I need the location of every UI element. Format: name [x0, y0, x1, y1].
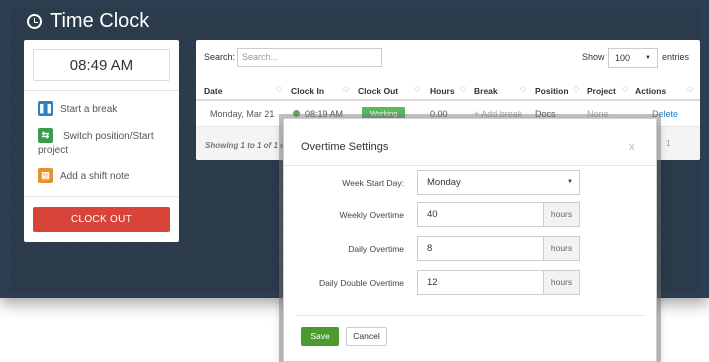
caret-down-icon: ▼ [567, 179, 573, 185]
weekly-overtime-input[interactable]: 40 [417, 202, 544, 227]
current-time: 08:49 AM [33, 49, 170, 81]
week-start-label: Week Start Day: [342, 178, 404, 188]
divider [296, 315, 644, 316]
close-icon[interactable]: x [629, 141, 635, 153]
double-overtime-input[interactable]: 12 [417, 270, 544, 295]
column-header-break[interactable]: Break [474, 86, 498, 96]
start-break-label: Start a break [60, 104, 118, 116]
week-start-value: Monday [427, 177, 461, 188]
double-overtime-label: Daily Double Overtime [318, 278, 404, 288]
hours-addon: hours [543, 202, 580, 227]
modal-title: Overtime Settings [301, 141, 389, 153]
add-note-label: Add a shift note [60, 171, 130, 183]
divider [24, 90, 179, 91]
app-title: Time Clock [27, 10, 149, 33]
weekly-overtime-label: Weekly Overtime [339, 210, 404, 220]
clock-out-button[interactable]: CLOCK OUT [33, 207, 170, 232]
search-label: Search: [204, 52, 236, 62]
note-icon: ▤ [38, 168, 53, 183]
showing-info: Showing 1 to 1 of 1 e [205, 141, 285, 150]
page-size-select[interactable]: 100 ▼ [608, 48, 658, 68]
column-header-project[interactable]: Project [587, 86, 616, 96]
column-header-clock-out[interactable]: Clock Out [358, 86, 398, 96]
column-header-date[interactable]: Date [204, 86, 222, 96]
switch-position-action[interactable]: ⇆ Switch position/Start project [24, 128, 174, 157]
divider [24, 196, 179, 197]
sort-icon[interactable]: ◇ [343, 84, 349, 93]
search-input[interactable]: Search... [237, 48, 382, 67]
save-button[interactable]: Save [301, 327, 339, 346]
caret-down-icon: ▼ [645, 55, 651, 61]
entries-label: entries [662, 52, 690, 62]
sort-icon[interactable]: ◇ [520, 84, 526, 93]
sort-icon[interactable]: ◇ [687, 84, 693, 93]
clock-panel: 08:49 AM ❚❚ Start a break ⇆ Switch positio… [24, 40, 179, 242]
sort-icon[interactable]: ◇ [622, 84, 628, 93]
add-note-action[interactable]: ▤ Add a shift note [38, 168, 130, 184]
overtime-settings-modal: Overtime Settings x Week Start Day: Mond… [283, 118, 657, 362]
page-size-value: 100 [615, 53, 631, 63]
sort-icon[interactable]: ◇ [276, 84, 282, 93]
pause-icon: ❚❚ [38, 101, 53, 116]
start-break-action[interactable]: ❚❚ Start a break [38, 101, 118, 117]
row-date: Monday, Mar 21 [210, 109, 275, 119]
week-start-select[interactable]: Monday ▼ [417, 170, 580, 195]
status-dot-icon [293, 110, 300, 118]
hours-addon: hours [543, 270, 580, 295]
daily-overtime-label: Daily Overtime [348, 244, 404, 254]
show-label: Show [582, 52, 605, 62]
status-badge: Working [362, 107, 406, 120]
hours-addon: hours [543, 236, 580, 261]
app-title-text: Time Clock [50, 10, 150, 32]
divider [284, 165, 656, 166]
column-header-hours[interactable]: Hours [430, 86, 455, 96]
switch-position-label: Switch position/Start project [38, 131, 154, 156]
clock-icon [27, 14, 42, 29]
sort-icon[interactable]: ◇ [414, 84, 420, 93]
daily-overtime-input[interactable]: 8 [417, 236, 544, 261]
column-header-actions: Actions [635, 86, 667, 96]
column-header-position[interactable]: Position [535, 86, 569, 96]
switch-icon: ⇆ [38, 128, 53, 143]
sort-icon[interactable]: ◇ [573, 84, 579, 93]
table-header: Date ◇ Clock In ◇ Clock Out ◇ Hours ◇ Br… [196, 81, 700, 101]
sort-icon[interactable]: ◇ [460, 84, 466, 93]
cancel-button[interactable]: Cancel [346, 327, 387, 346]
pagination-current[interactable]: 1 [666, 139, 670, 148]
column-header-clock-in[interactable]: Clock In [291, 86, 324, 96]
